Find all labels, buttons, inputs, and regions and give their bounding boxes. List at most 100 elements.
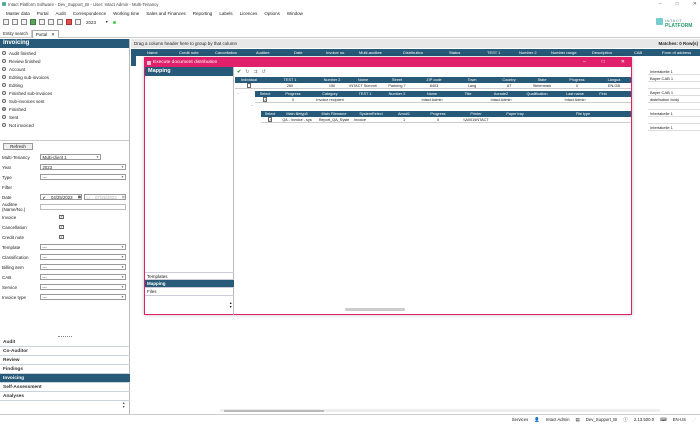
nav-templates[interactable]: Templates <box>145 272 234 280</box>
radio-finished-sub-invoices[interactable]: Finished sub-invoices <box>0 89 129 97</box>
radio-circle[interactable] <box>2 115 6 119</box>
radio-not-invoiced[interactable]: Not invoiced <box>0 121 129 129</box>
cancellation-checkbox[interactable] <box>59 224 64 230</box>
grid-row-cab[interactable] <box>648 117 700 124</box>
splitter-handle[interactable] <box>58 336 72 337</box>
chevron-down-icon[interactable]: ▼ <box>121 175 125 179</box>
menu-working-time[interactable]: Working time <box>113 11 139 16</box>
accordion-analyses[interactable]: Analyses <box>0 392 130 401</box>
menu-portal[interactable]: Portal <box>37 11 49 16</box>
cab-select[interactable]: --- ▼ <box>40 274 126 280</box>
menu-window[interactable]: Window <box>287 11 303 16</box>
radio-circle[interactable] <box>2 75 6 79</box>
confirm-icon[interactable] <box>30 19 36 25</box>
resize-grip-icon[interactable]: ⋰ <box>692 417 696 422</box>
tab-entity-search[interactable]: Entity search <box>0 29 32 38</box>
radio-circle[interactable] <box>2 59 6 63</box>
invoice-type-select[interactable]: --- ▼ <box>40 294 126 300</box>
merge-icon[interactable]: ⇉ <box>253 69 257 75</box>
close-icon[interactable]: ✕ <box>621 58 625 67</box>
menu-labels[interactable]: Labels <box>219 11 232 16</box>
expand-row-icon[interactable]: − <box>251 104 253 108</box>
radio-editing[interactable]: Editing <box>0 81 129 89</box>
multi-tenancy-select[interactable]: Multi-client 1 ▼ <box>40 154 101 160</box>
col-cab[interactable]: CAB <box>634 50 642 55</box>
grid-row-cab[interactable]: Intertakelle 1 <box>648 124 700 131</box>
refresh-button[interactable]: Refresh <box>3 143 33 150</box>
contact-row[interactable]: 0 Invoice recipient Intact Admin Intact … <box>255 97 631 103</box>
nav-mapping[interactable]: Mapping <box>145 280 234 288</box>
close-icon[interactable]: ✕ <box>693 1 697 7</box>
menu-master-data[interactable]: Master data <box>6 11 30 16</box>
accordion-self-assessment[interactable]: Self-Assessment <box>0 383 130 392</box>
calendar-icon[interactable]: ▦ <box>78 195 81 199</box>
year-select[interactable]: 2023 ▼ <box>40 164 126 170</box>
menu-reporting[interactable]: Reporting <box>193 11 213 16</box>
col-distribution[interactable]: Distribution <box>403 50 423 55</box>
col-multi-auditee[interactable]: Multi-auditee <box>359 50 382 55</box>
grid-row-cab[interactable]: Bayer CAB 1 <box>648 75 700 82</box>
maximize-icon[interactable]: □ <box>602 58 605 67</box>
grid-row-cab[interactable]: Bayer CAB 1 <box>648 89 700 96</box>
col-description[interactable]: Description <box>592 50 612 55</box>
col-name[interactable]: Name <box>147 50 158 55</box>
recipient-row[interactable]: 260 150 INTACT Summit Parkring 7 8403 La… <box>235 83 631 89</box>
calendar-icon[interactable] <box>75 19 81 25</box>
col-date[interactable]: Date <box>294 50 302 55</box>
radio-sent[interactable]: Sent <box>0 113 129 121</box>
invoice-checkbox[interactable] <box>59 214 64 220</box>
radio-circle-selected[interactable] <box>2 107 6 111</box>
radio-circle[interactable] <box>2 91 6 95</box>
grid-row-cab[interactable]: Intertakelle 1 <box>648 68 700 75</box>
tab-close-icon[interactable]: ✕ <box>51 32 55 37</box>
radio-circle[interactable] <box>2 51 6 55</box>
accordion-findings[interactable]: Findings <box>0 365 130 374</box>
auditee-input[interactable] <box>40 204 126 210</box>
chevron-down-icon[interactable]: ▼ <box>121 265 125 269</box>
radio-sub-invoices-sent[interactable]: Sub-invoices sent <box>0 97 129 105</box>
maximize-icon[interactable]: □ <box>676 1 679 7</box>
calendar-icon[interactable]: ▦ <box>122 195 125 199</box>
col-cancellation[interactable]: Cancellation <box>215 50 237 55</box>
individual-checkbox[interactable] <box>246 83 252 88</box>
minimize-icon[interactable]: – <box>659 1 662 7</box>
grid-row-cab[interactable] <box>648 82 700 89</box>
check-icon[interactable]: ✔ <box>237 69 241 75</box>
classification-select[interactable]: --- ▼ <box>40 254 126 260</box>
select-checkbox[interactable] <box>262 97 268 102</box>
service-select[interactable]: --- ▼ <box>40 284 126 290</box>
col-auditee[interactable]: Auditee <box>256 50 270 55</box>
save-icon[interactable] <box>21 19 27 25</box>
menu-options[interactable]: Options <box>264 11 280 16</box>
file-row[interactable]: QA - invoice - sys Report_QA_Syste Invoi… <box>261 117 631 123</box>
open-icon[interactable] <box>12 19 18 25</box>
grid-row-cab[interactable]: Intertakelle 1 <box>648 110 700 117</box>
expand-row-icon[interactable]: − <box>237 92 239 96</box>
col-credit-note[interactable]: Credit note <box>179 50 199 55</box>
year-display[interactable]: 2023 <box>86 20 96 25</box>
tab-portal[interactable]: Portal ✕ <box>31 29 59 38</box>
menu-licences[interactable]: Licences <box>240 11 258 16</box>
template-select[interactable]: --- ▼ <box>40 244 126 250</box>
minimize-icon[interactable]: – <box>583 58 586 67</box>
radio-editing-sub-invoices[interactable]: Editing sub-invoices <box>0 73 129 81</box>
credit-note-checkbox[interactable] <box>59 234 64 240</box>
chevron-down-icon[interactable]: ▼ <box>105 20 108 24</box>
scrollbar-thumb[interactable] <box>224 409 324 412</box>
print-icon[interactable] <box>39 19 45 25</box>
date-to-field[interactable]: ☐ 07/25/2023 ▦ <box>84 194 126 200</box>
radio-review-finished[interactable]: Review finished <box>0 57 129 65</box>
col-number-range[interactable]: Number range <box>551 50 577 55</box>
accordion-co-auditor[interactable]: Co-Auditor <box>0 347 130 356</box>
nav-files[interactable]: Files <box>145 288 234 296</box>
col-number-2[interactable]: Number 2 <box>519 50 537 55</box>
accordion-invoicing[interactable]: Invoicing <box>0 374 130 383</box>
undo-icon[interactable]: ↺ <box>262 69 266 75</box>
individual-checkbox-cell[interactable] <box>235 83 263 88</box>
radio-audit-finished[interactable]: Audit finished <box>0 49 129 57</box>
menu-sales-finances[interactable]: Sales and Finances <box>146 11 186 16</box>
menu-correspondence[interactable]: Correspondence <box>73 11 106 16</box>
col-test-1[interactable]: TEST 1 <box>487 50 501 55</box>
chevron-down-icon[interactable]: ▼ <box>121 255 125 259</box>
menu-audit[interactable]: Audit <box>56 11 66 16</box>
